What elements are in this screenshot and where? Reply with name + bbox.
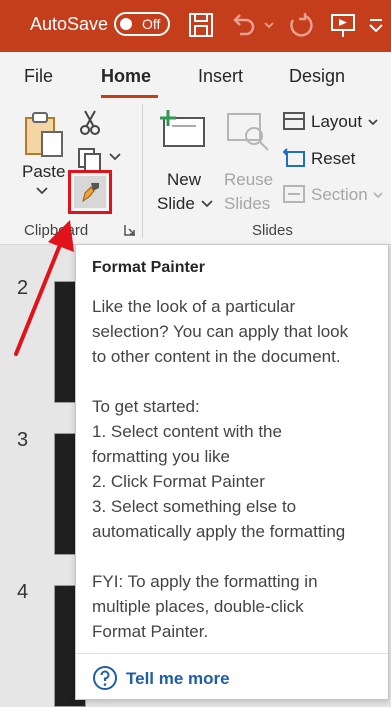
reuse-slides-icon [227, 113, 269, 151]
tooltip-divider [76, 653, 388, 654]
tooltip-line: selection? You can apply that look [92, 322, 349, 341]
tab-file[interactable]: File [24, 66, 53, 87]
reset-label[interactable]: Reset [311, 149, 355, 169]
undo-dropdown-icon[interactable] [262, 10, 276, 40]
cut-icon[interactable] [78, 108, 102, 136]
new-slide-dropdown-icon[interactable] [200, 199, 214, 209]
customize-icon[interactable] [365, 10, 387, 40]
undo-icon[interactable] [228, 10, 258, 40]
tooltip-line: To get started: [92, 397, 200, 416]
tell-me-more-link[interactable]: Tell me more [126, 669, 230, 689]
autosave-state: Off [142, 16, 161, 32]
reuse-slides-label-1: Reuse [224, 170, 274, 189]
paste-label[interactable]: Paste [22, 162, 65, 182]
dialog-launcher-icon[interactable] [123, 223, 137, 237]
paste-dropdown-icon[interactable] [34, 186, 50, 196]
slide-number: 4 [17, 581, 29, 603]
tooltip-line: automatically apply the formatting [92, 522, 346, 541]
slides-group-label: Slides [252, 222, 293, 239]
layout-label[interactable]: Layout [311, 112, 362, 132]
section-icon [283, 185, 305, 203]
copy-dropdown-icon[interactable] [108, 152, 122, 162]
tooltip-line: 3. Select something else to [92, 497, 297, 516]
title-bar: AutoSave Off [0, 0, 391, 52]
tooltip-line: 1. Select content with the [92, 422, 282, 441]
layout-icon[interactable] [282, 111, 306, 131]
tooltip-title: Format Painter [92, 259, 205, 276]
tab-insert[interactable]: Insert [198, 66, 243, 87]
section-label: Section [311, 185, 368, 204]
paste-icon[interactable] [22, 110, 66, 160]
toggle-knob [120, 18, 132, 30]
annotation-arrow [14, 220, 74, 356]
group-separator [142, 104, 143, 238]
slide-number: 3 [17, 429, 29, 451]
tooltip-line: multiple places, double-click [92, 597, 304, 616]
active-tab-indicator [101, 95, 158, 98]
redo-icon[interactable] [285, 10, 315, 40]
tooltip-line: FYI: To apply the formatting in [92, 572, 318, 591]
help-icon[interactable] [92, 665, 118, 691]
new-slide-label-1[interactable]: New [167, 170, 201, 190]
new-slide-label-2[interactable]: Slide [157, 194, 195, 214]
present-icon[interactable] [328, 10, 358, 40]
autosave-toggle[interactable]: Off [114, 12, 170, 36]
section-dropdown-icon [373, 192, 383, 199]
layout-dropdown-icon[interactable] [367, 118, 379, 128]
autosave-label: AutoSave [30, 14, 109, 34]
tooltip-line: Like the look of a particular [92, 297, 296, 316]
tooltip-line: formatting you like [92, 447, 230, 466]
tab-home[interactable]: Home [101, 66, 151, 87]
tooltip-line: 2. Click Format Painter [92, 472, 265, 491]
new-slide-icon[interactable] [158, 108, 208, 154]
tab-design[interactable]: Design [289, 66, 345, 87]
reset-icon[interactable] [282, 146, 306, 168]
reuse-slides-label-2: Slides [224, 194, 271, 213]
tooltip-line: to other content in the document. [92, 347, 341, 366]
save-icon[interactable] [186, 10, 216, 40]
format-painter-tooltip: Format Painter Like the look of a partic… [75, 244, 389, 700]
tooltip-line: Format Painter. [92, 622, 209, 641]
